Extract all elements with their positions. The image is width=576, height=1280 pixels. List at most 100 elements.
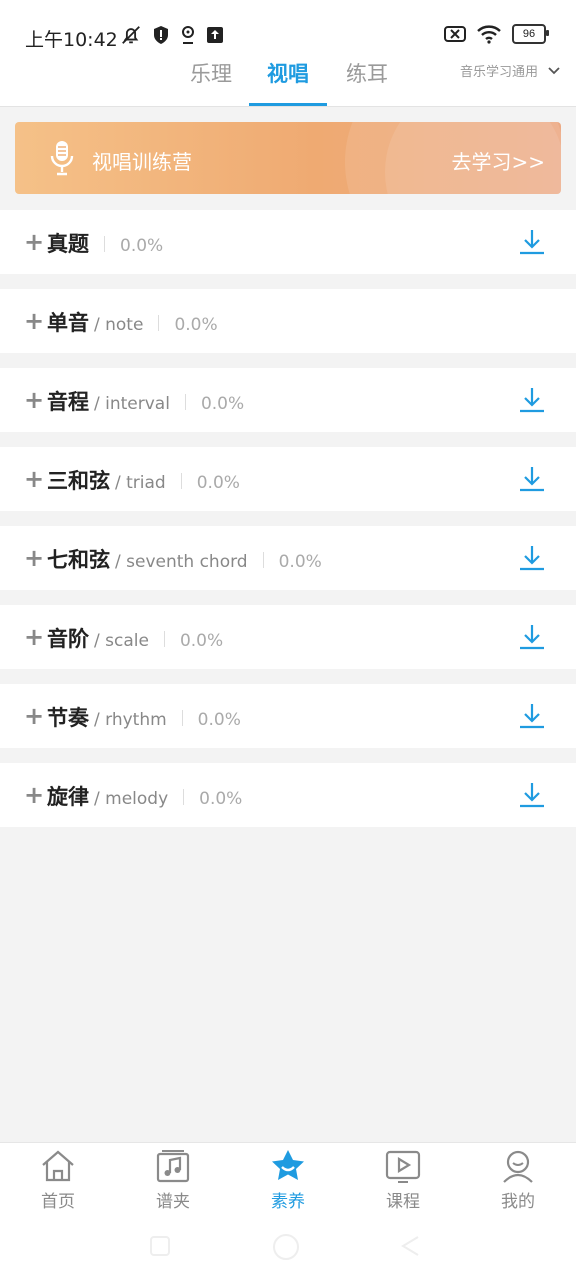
- list-item[interactable]: + 真题 0.0%: [0, 210, 576, 274]
- bell-off-icon: [122, 26, 140, 44]
- home-icon: [42, 1150, 74, 1182]
- item-progress: 0.0%: [197, 710, 241, 730]
- item-title: 七和弦: [47, 548, 110, 572]
- user-icon: [503, 1150, 533, 1183]
- divider: [180, 473, 182, 489]
- download-icon[interactable]: [518, 623, 546, 651]
- bottom-nav: 首页 谱夹 素养 课程 我的: [0, 1142, 576, 1213]
- home-circle-icon[interactable]: [271, 1232, 301, 1262]
- star-icon: [272, 1150, 304, 1180]
- divider: [104, 236, 105, 252]
- item-title: 真题: [47, 232, 89, 256]
- music-folder-icon: [156, 1150, 190, 1183]
- nav-label: 我的: [501, 1192, 535, 1212]
- go-learn-link[interactable]: 去学习>>: [451, 146, 545, 175]
- item-subtitle: / rhythm: [94, 710, 167, 730]
- item-subtitle: / melody: [94, 789, 169, 809]
- expand-plus-icon[interactable]: +: [24, 546, 44, 570]
- list-item[interactable]: + 音阶 / scale 0.0%: [0, 605, 576, 669]
- item-subtitle: / triad: [115, 473, 166, 493]
- item-progress: 0.0%: [196, 473, 240, 493]
- download-icon[interactable]: [518, 465, 546, 493]
- recent-apps-icon[interactable]: [148, 1234, 172, 1258]
- status-icons-right: 96: [444, 24, 549, 44]
- top-tab-bar: 乐理 视唱 练耳 音乐学习通用: [0, 56, 576, 107]
- nav-courses[interactable]: 课程: [363, 1149, 443, 1212]
- status-time: 上午10:42: [25, 29, 118, 51]
- nav-literacy[interactable]: 素养: [248, 1149, 328, 1212]
- nav-label: 首页: [41, 1192, 75, 1212]
- item-subtitle: / interval: [94, 394, 170, 414]
- divider: [181, 710, 183, 726]
- training-camp-banner[interactable]: 视唱训练营 去学习>>: [15, 122, 561, 194]
- item-title: 单音: [47, 311, 89, 335]
- list-item[interactable]: + 节奏 / rhythm 0.0%: [0, 684, 576, 748]
- divider: [158, 315, 160, 331]
- expand-plus-icon[interactable]: +: [24, 783, 44, 807]
- tab-label: 练耳: [346, 62, 388, 86]
- expand-plus-icon[interactable]: +: [24, 625, 44, 649]
- item-progress: 0.0%: [120, 236, 164, 256]
- download-icon[interactable]: [518, 781, 546, 809]
- tab-sight-singing[interactable]: 视唱: [249, 56, 327, 106]
- expand-plus-icon[interactable]: +: [24, 388, 44, 412]
- item-title: 旋律: [47, 785, 89, 809]
- download-icon[interactable]: [518, 386, 546, 414]
- nav-label: 谱夹: [156, 1192, 190, 1212]
- status-icons-left: [120, 24, 224, 46]
- battery-level: 96: [522, 28, 536, 40]
- course-selector[interactable]: 音乐学习通用: [460, 61, 560, 80]
- tab-ear-training[interactable]: 练耳: [342, 56, 392, 106]
- location-icon: [182, 26, 194, 44]
- list-item[interactable]: + 旋律 / melody 0.0%: [0, 763, 576, 827]
- upload-icon: [207, 27, 223, 43]
- tab-label: 视唱: [267, 62, 309, 86]
- shield-alert-icon: [154, 26, 168, 44]
- item-progress: 0.0%: [200, 394, 245, 414]
- item-subtitle: / note: [94, 315, 144, 335]
- item-progress: 0.0%: [278, 552, 322, 572]
- microphone-icon: [50, 141, 74, 176]
- item-subtitle: / seventh chord: [115, 552, 248, 572]
- back-icon[interactable]: [398, 1234, 422, 1258]
- expand-plus-icon[interactable]: +: [24, 467, 44, 491]
- battery-icon: 96: [512, 24, 549, 44]
- system-navigation-bar: [0, 1212, 576, 1280]
- list-item[interactable]: + 单音 / note 0.0%: [0, 289, 576, 353]
- nav-score-folder[interactable]: 谱夹: [133, 1149, 213, 1212]
- divider: [183, 789, 185, 805]
- nav-mine[interactable]: 我的: [478, 1149, 558, 1212]
- item-progress: 0.0%: [199, 789, 243, 809]
- nav-label: 素养: [271, 1192, 305, 1212]
- item-subtitle: / scale: [94, 631, 149, 651]
- download-icon[interactable]: [518, 228, 546, 256]
- item-progress: 0.0%: [174, 315, 218, 335]
- nav-label: 课程: [386, 1192, 420, 1212]
- expand-plus-icon[interactable]: +: [24, 309, 44, 333]
- item-title: 音程: [47, 390, 89, 414]
- list-item[interactable]: + 七和弦 / seventh chord 0.0%: [0, 526, 576, 590]
- tab-music-theory[interactable]: 乐理: [186, 56, 236, 106]
- sim-off-icon: [444, 26, 466, 42]
- tab-label: 乐理: [190, 62, 232, 86]
- item-title: 三和弦: [47, 469, 110, 493]
- divider: [262, 552, 264, 568]
- banner-title: 视唱训练营: [92, 150, 192, 174]
- expand-plus-icon[interactable]: +: [24, 704, 44, 728]
- download-icon[interactable]: [518, 702, 546, 730]
- expand-plus-icon[interactable]: +: [24, 230, 44, 254]
- list-item[interactable]: + 音程 / interval 0.0%: [0, 368, 576, 432]
- course-selector-label: 音乐学习通用: [459, 65, 538, 80]
- item-title: 音阶: [47, 627, 89, 651]
- nav-home[interactable]: 首页: [18, 1149, 98, 1212]
- divider: [163, 631, 165, 647]
- divider: [184, 394, 186, 410]
- item-progress: 0.0%: [179, 631, 224, 651]
- play-video-icon: [385, 1150, 421, 1183]
- status-bar: 上午10:42 96: [0, 0, 576, 56]
- item-title: 节奏: [47, 706, 89, 730]
- chevron-down-icon: [548, 66, 560, 74]
- wifi-icon: [477, 25, 501, 44]
- list-item[interactable]: + 三和弦 / triad 0.0%: [0, 447, 576, 511]
- download-icon[interactable]: [518, 544, 546, 572]
